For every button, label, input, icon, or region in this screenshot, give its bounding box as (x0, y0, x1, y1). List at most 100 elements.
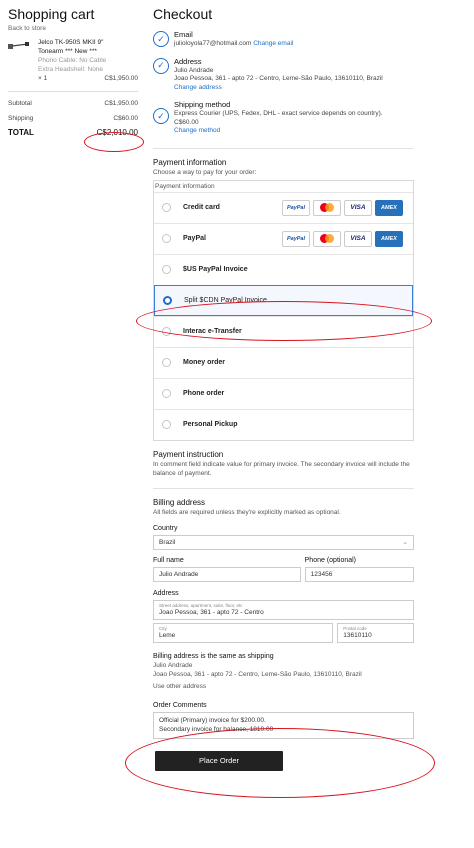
item-name-line1: Jelco TK-950S MKII 9" (38, 39, 104, 46)
address-line: Joao Pessoa, 361 - apto 72 - Centro, Lem… (174, 75, 383, 82)
checkout-title: Checkout (153, 6, 213, 22)
change-email-link[interactable]: Change email (253, 40, 293, 47)
payment-title: Payment information (153, 157, 227, 167)
payment-option-label: $US PayPal Invoice (183, 266, 248, 273)
email-value: julioloyola77@hotmail.com (174, 40, 252, 47)
billing-note: All fields are required unless they're e… (153, 508, 341, 516)
use-other-address-link[interactable]: Use other address (153, 682, 414, 691)
phone-label: Phone (optional) (304, 556, 357, 564)
address-step-title: Address (174, 56, 202, 66)
section-divider (153, 147, 414, 149)
cart-title: Shopping cart (8, 6, 95, 22)
fullname-input[interactable]: Julio Andrade (153, 566, 301, 582)
total-row: TOTAL C$2,010.00 (8, 125, 138, 140)
radio-button[interactable] (162, 265, 171, 274)
email-step-title: Email (174, 30, 193, 39)
payment-instruction-title: Payment instruction (153, 449, 224, 459)
payment-option-label: Phone order (183, 390, 225, 397)
comment-line2: Secondary invoice for balance, 1810.00 (159, 725, 274, 733)
payment-option-label: Money order (183, 359, 226, 366)
radio-button[interactable] (162, 203, 171, 212)
item-name-line2: Tonearm *** New *** (38, 48, 97, 55)
order-comments-textarea[interactable]: Official (Primary) invoice for $200.00. … (153, 711, 414, 739)
shipping-step-title: Shipping method (174, 100, 231, 109)
payment-option-label: Credit card (183, 204, 220, 211)
payment-instruction-text: In comment field indicate value for prim… (153, 460, 410, 477)
payment-option-label: Interac e-Transfer (183, 328, 242, 335)
total-label: TOTAL (8, 128, 34, 137)
payment-options: Payment information Credit card PayPal V… (153, 179, 414, 441)
paypal-logo-icon: PayPal (282, 199, 310, 216)
change-address-link[interactable]: Change address (174, 84, 383, 93)
place-order-button[interactable]: Place Order (155, 750, 283, 771)
shipping-value: C$60.00 (113, 115, 138, 122)
radio-button[interactable] (162, 389, 171, 398)
street-value: Joao Pessoa, 361 - apto 72 - Centro (159, 609, 264, 616)
visa-logo-icon: VISA (344, 199, 372, 216)
subtotal-label: Subtotal (8, 100, 32, 107)
shipping-price: C$60.00 (174, 118, 199, 126)
radio-button[interactable] (162, 234, 171, 243)
payment-option-split-cdn-paypal-invoice[interactable]: Split $CDN PayPal Invoice (154, 284, 413, 316)
billing-same-title: Billing address is the same as shipping (153, 652, 274, 660)
payment-option-phone-order[interactable]: Phone order (154, 377, 413, 409)
payment-option-label: PayPal (183, 235, 206, 242)
payment-subtitle: Choose a way to pay for your order: (153, 168, 257, 176)
postal-input[interactable]: Postal code 13610110 (337, 622, 414, 643)
payment-legend: Payment information (155, 182, 215, 190)
country-value: Brazil (159, 538, 176, 546)
address-label: Address (153, 589, 179, 597)
radio-button[interactable] (162, 358, 171, 367)
item-price: C$1,950.00 (104, 75, 138, 82)
cart-panel: Shopping cart Back to store Jelco TK-950… (8, 6, 138, 140)
item-qty: × 1 (38, 75, 48, 82)
radio-button[interactable] (162, 420, 171, 429)
cart-divider (8, 91, 138, 92)
amex-logo-icon: AMEX (375, 199, 403, 216)
address-step: ✓ Address Julio Andrade Joao Pessoa, 361… (153, 57, 414, 93)
shipping-label: Shipping (8, 115, 34, 122)
street-input[interactable]: Street address, apartment, suite, floor,… (153, 599, 414, 620)
change-method-link[interactable]: Change method (174, 127, 383, 136)
amex-logo-icon: AMEX (375, 230, 403, 247)
billing-same-name: Julio Andrade (153, 661, 193, 669)
payment-option-interac[interactable]: Interac e-Transfer (154, 315, 413, 347)
subtotal-value: C$1,950.00 (104, 100, 138, 107)
payment-option-credit-card[interactable]: Credit card PayPal VISA AMEX (154, 191, 413, 223)
billing-title: Billing address (153, 497, 206, 507)
card-logos: PayPal VISA AMEX (282, 199, 403, 216)
payment-option-money-order[interactable]: Money order (154, 346, 413, 378)
payment-option-label: Split $CDN PayPal Invoice (184, 296, 267, 304)
city-value: Leme (159, 632, 176, 639)
country-select[interactable]: Brazil ⌄ (153, 534, 414, 550)
cart-item: Jelco TK-950S MKII 9" Tonearm *** New **… (8, 38, 138, 83)
email-step: ✓ Email julioloyola77@hotmail.com Change… (153, 30, 414, 49)
city-input[interactable]: City Leme (153, 622, 334, 643)
mastercard-logo-icon (313, 199, 341, 216)
chevron-down-icon: ⌄ (402, 539, 408, 546)
payment-option-us-paypal-invoice[interactable]: $US PayPal Invoice (154, 253, 413, 285)
shipping-step: ✓ Shipping method Express Courier (UPS, … (153, 100, 414, 136)
check-icon: ✓ (153, 108, 169, 124)
address-name: Julio Andrade (174, 66, 214, 74)
comment-line1: Official (Primary) invoice for $200.00. (159, 716, 266, 724)
payment-option-personal-pickup[interactable]: Personal Pickup (154, 408, 413, 440)
phone-input[interactable]: 123456 (304, 566, 414, 582)
radio-button-selected[interactable] (163, 295, 172, 305)
back-to-store-link[interactable]: Back to store (8, 25, 138, 32)
total-value: C$2,010.00 (96, 128, 138, 137)
visa-logo-icon: VISA (344, 230, 372, 247)
mastercard-logo-icon (313, 230, 341, 247)
order-comments-label: Order Comments (153, 701, 207, 709)
postal-value: 13610110 (343, 632, 372, 639)
payment-option-paypal[interactable]: PayPal PayPal VISA AMEX (154, 222, 413, 254)
radio-button[interactable] (162, 327, 171, 336)
subtotal-row: Subtotal C$1,950.00 (8, 96, 138, 111)
check-icon: ✓ (153, 31, 169, 47)
payment-option-label: Personal Pickup (183, 421, 238, 428)
billing-same-line: Joao Pessoa, 361 - apto 72 - Centro, Lem… (153, 670, 362, 678)
section-divider (153, 487, 414, 489)
shipping-desc: Express Courier (UPS, Fedex, DHL - exact… (174, 110, 383, 117)
fullname-label: Full name (153, 556, 184, 564)
shipping-row: Shipping C$60.00 (8, 111, 138, 126)
